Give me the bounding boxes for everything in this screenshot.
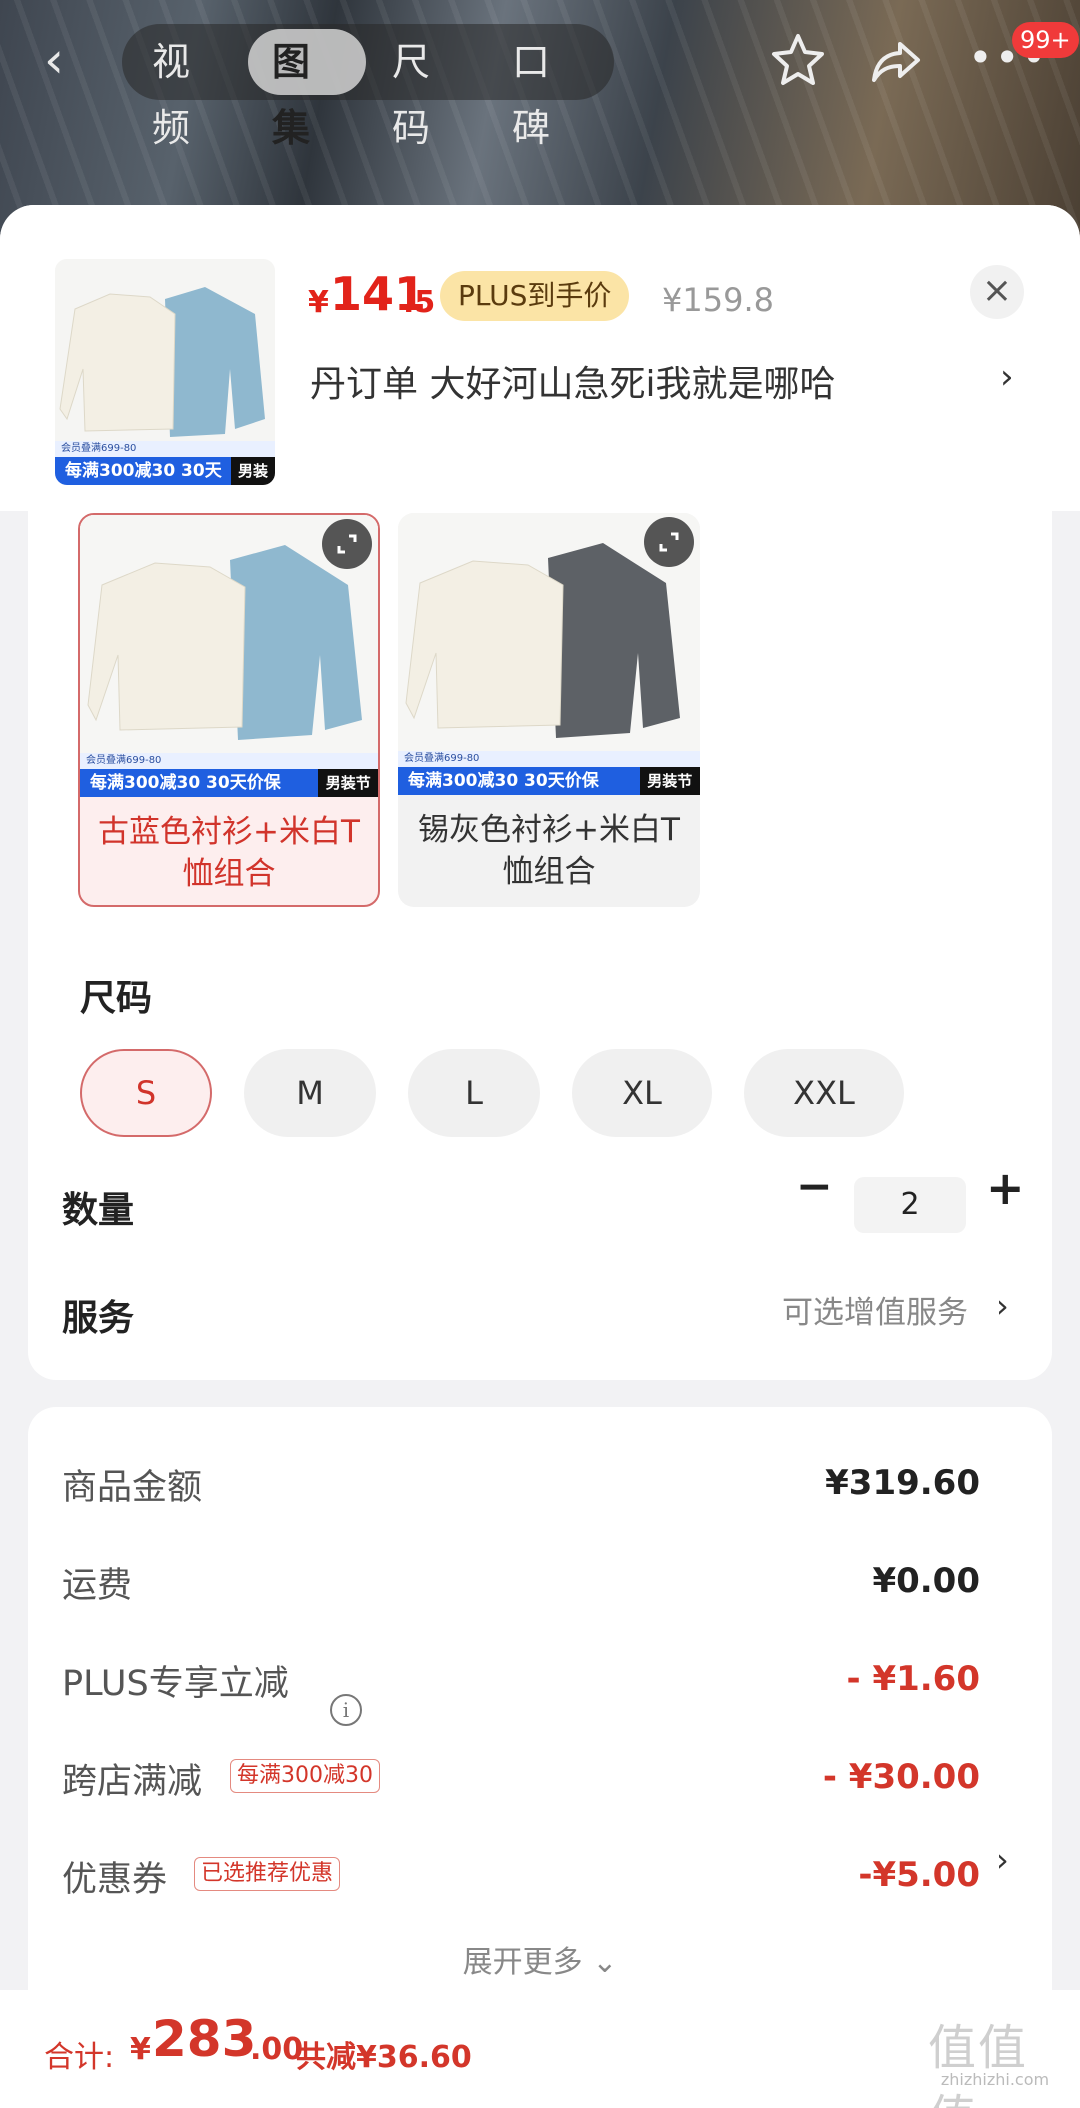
chevron-right-icon[interactable]: › (996, 1287, 1009, 1325)
expand-icon[interactable] (644, 517, 694, 567)
promo-main-text: 每满300减30 30天价保 (55, 457, 231, 485)
quantity-input[interactable]: 2 (854, 1177, 966, 1233)
plus-discount-label: PLUS专享立减 (62, 1664, 289, 1704)
promo-main-text: 每满300减30 30天价保 (398, 767, 640, 795)
tab-size[interactable]: 尺码 (368, 29, 486, 150)
coupon-value[interactable]: -¥5.00 (858, 1855, 980, 1895)
watermark-glyph: 值值值 (928, 2020, 1029, 2108)
promo-main-text: 每满300减30 30天价保 (80, 769, 319, 797)
color-option-label: 古蓝色衬衫+米白T恤组合 (98, 814, 360, 892)
watermark-text: zhizhizhi.com (940, 2070, 1050, 2089)
color-option-image: 会员叠满699-80 每满300减30 30天价保 男装节 (80, 515, 378, 797)
total-savings: 共减¥36.60 (296, 2040, 472, 2075)
top-navigation-bar: ‹ 视频 图集 尺码 口碑 ••• 99+ (0, 0, 1080, 150)
coupon-label: 优惠券 (62, 1860, 168, 1900)
tab-gallery[interactable]: 图集 (248, 29, 366, 150)
expand-more-button[interactable]: 展开更多 ⌄ (28, 1937, 1052, 1981)
color-option-label: 锡灰色衬衫+米白T恤组合 (418, 812, 680, 890)
info-icon[interactable]: i (330, 1694, 362, 1726)
tab-video[interactable]: 视频 (128, 29, 246, 150)
size-option-m[interactable]: M (244, 1049, 376, 1137)
size-option-s[interactable]: S (80, 1049, 212, 1137)
promo-strip: 会员叠满699-80 每满300减30 30天价保 男装节 (55, 441, 275, 485)
product-header: 会员叠满699-80 每满300减30 30天价保 男装节 ¥ 141 .5 P… (0, 205, 1080, 511)
cross-store-discount-tag: 每满300减30 (230, 1759, 380, 1793)
share-icon[interactable] (868, 34, 924, 90)
color-option-image: 会员叠满699-80 每满300减30 30天价保 男装节 (398, 513, 700, 795)
chevron-right-icon[interactable]: › (996, 1841, 1009, 1879)
expand-icon[interactable] (322, 519, 372, 569)
promo-top-text: 会员叠满699-80 (80, 753, 378, 769)
promo-strip: 会员叠满699-80 每满300减30 30天价保 男装节 (398, 751, 700, 795)
back-icon[interactable]: ‹ (44, 30, 94, 90)
size-section-label: 尺码 (80, 978, 153, 1019)
plus-discount-value: - ¥1.60 (846, 1659, 981, 1699)
total-currency: ¥ (130, 2032, 151, 2067)
shirt-image (55, 259, 275, 449)
media-tabs: 视频 图集 尺码 口碑 (122, 24, 614, 150)
promo-side-text: 男装节 (231, 457, 275, 485)
options-card: 会员叠满699-80 每满300减30 30天价保 男装节 古蓝色衬衫+米白T恤… (28, 511, 1052, 1380)
watermark-logo: 值值值 zhizhizhi.com (920, 2008, 1070, 2108)
plus-price-tag: PLUS到手价 (440, 271, 630, 321)
bottom-total-bar: 合计: ¥ 283 .00 共减¥36.60 值值值 zhizhizhi.com (0, 1990, 1080, 2108)
size-option-xxl[interactable]: XXL (744, 1049, 904, 1137)
quantity-label: 数量 (62, 1190, 135, 1231)
size-option-l[interactable]: L (408, 1049, 540, 1137)
cross-store-discount-value: - ¥30.00 (822, 1757, 980, 1797)
quantity-increase-button[interactable]: + (986, 1161, 1025, 1215)
product-thumbnail[interactable]: 会员叠满699-80 每满300减30 30天价保 男装节 (55, 259, 275, 485)
total-label: 合计: (44, 2040, 115, 2075)
goods-amount-value: ¥319.60 (825, 1463, 980, 1503)
shipping-label: 运费 (62, 1566, 133, 1606)
promo-top-text: 会员叠满699-80 (55, 441, 275, 457)
service-hint[interactable]: 可选增值服务 (782, 1287, 968, 1332)
original-price: ¥159.8 (662, 281, 774, 319)
promo-strip: 会员叠满699-80 每满300减30 30天价保 男装节 (80, 753, 378, 797)
close-button[interactable]: × (970, 265, 1024, 319)
color-option-gray[interactable]: 会员叠满699-80 每满300减30 30天价保 男装节 锡灰色衬衫+米白T恤… (398, 513, 700, 907)
shipping-value: ¥0.00 (872, 1561, 980, 1601)
tab-reviews[interactable]: 口碑 (488, 29, 606, 150)
star-icon[interactable] (768, 30, 828, 90)
notification-badge: 99+ (1012, 22, 1079, 58)
price-currency: ¥ (308, 285, 329, 320)
quantity-decrease-button[interactable]: − (796, 1161, 833, 1212)
goods-amount-label: 商品金额 (62, 1468, 203, 1508)
total-integer: 283 (152, 2010, 257, 2068)
sku-selection-sheet: 会员叠满699-80 每满300减30 30天价保 男装节 ¥ 141 .5 P… (0, 205, 1080, 2108)
chevron-right-icon[interactable]: › (1000, 357, 1014, 397)
promo-side-text: 男装节 (639, 767, 700, 795)
promo-side-text: 男装节 (318, 769, 378, 797)
size-option-xl[interactable]: XL (572, 1049, 712, 1137)
price-decimal: .5 (403, 285, 436, 320)
coupon-tag: 已选推荐优惠 (194, 1857, 341, 1891)
cross-store-discount-label: 跨店满减 (62, 1762, 203, 1802)
product-title[interactable]: 丹订单 大好河山急死i我就是哪哈 (310, 355, 990, 407)
promo-top-text: 会员叠满699-80 (398, 751, 700, 767)
service-label: 服务 (62, 1298, 135, 1339)
color-option-blue[interactable]: 会员叠满699-80 每满300减30 30天价保 男装节 古蓝色衬衫+米白T恤… (78, 513, 380, 907)
